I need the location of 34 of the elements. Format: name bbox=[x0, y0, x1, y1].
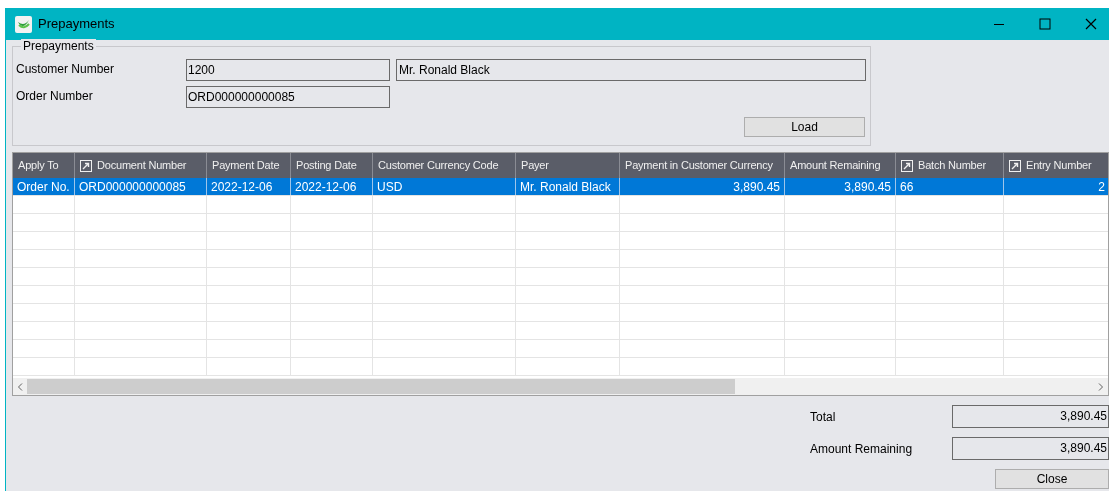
table-cell: Order No. bbox=[13, 178, 75, 195]
window-title: Prepayments bbox=[38, 15, 115, 34]
scroll-right-icon[interactable] bbox=[1098, 382, 1104, 391]
total-label: Amount Remaining bbox=[810, 440, 914, 458]
table-cell: 2 bbox=[1004, 178, 1108, 195]
table-cell: Mr. Ronald Black bbox=[516, 178, 620, 195]
field-label: Customer Number bbox=[16, 61, 116, 78]
group-title: Prepayments bbox=[21, 39, 96, 53]
maximize-icon[interactable] bbox=[1039, 18, 1051, 30]
app-logo-icon bbox=[15, 15, 32, 33]
text-field[interactable]: ORD000000000085 bbox=[186, 86, 390, 108]
total-field[interactable]: 3,890.45 bbox=[952, 405, 1109, 428]
scroll-left-icon[interactable] bbox=[17, 382, 23, 391]
link-icon bbox=[80, 159, 92, 172]
table-cell: ORD000000000085 bbox=[75, 178, 207, 195]
close-icon[interactable] bbox=[1085, 18, 1097, 30]
horizontal-scrollbar[interactable] bbox=[13, 378, 1108, 395]
field-label: Order Number bbox=[16, 88, 94, 105]
table-cell: 3,890.45 bbox=[620, 178, 785, 195]
link-icon bbox=[1009, 159, 1021, 172]
table-cell: USD bbox=[373, 178, 516, 195]
total-field[interactable]: 3,890.45 bbox=[952, 437, 1109, 460]
table-cell: 66 bbox=[896, 178, 1004, 195]
table-row[interactable]: Order No. ORD000000000085 2022-12-06 2022-12-06 USD Mr. Ronald Black 3,890.45 3,890.45 66 2 bbox=[13, 178, 1108, 196]
link-icon bbox=[901, 159, 913, 172]
total-label: Total bbox=[810, 408, 837, 426]
table-cell: 2022-12-06 bbox=[291, 178, 373, 195]
table-cell: 2022-12-06 bbox=[207, 178, 291, 195]
table-cell: 3,890.45 bbox=[785, 178, 896, 195]
close-button[interactable]: Close bbox=[995, 469, 1109, 489]
text-field[interactable]: 1200 bbox=[186, 59, 390, 81]
load-button[interactable]: Load bbox=[744, 117, 865, 137]
text-field[interactable]: Mr. Ronald Black bbox=[396, 59, 866, 81]
scrollbar-thumb[interactable] bbox=[27, 379, 735, 394]
